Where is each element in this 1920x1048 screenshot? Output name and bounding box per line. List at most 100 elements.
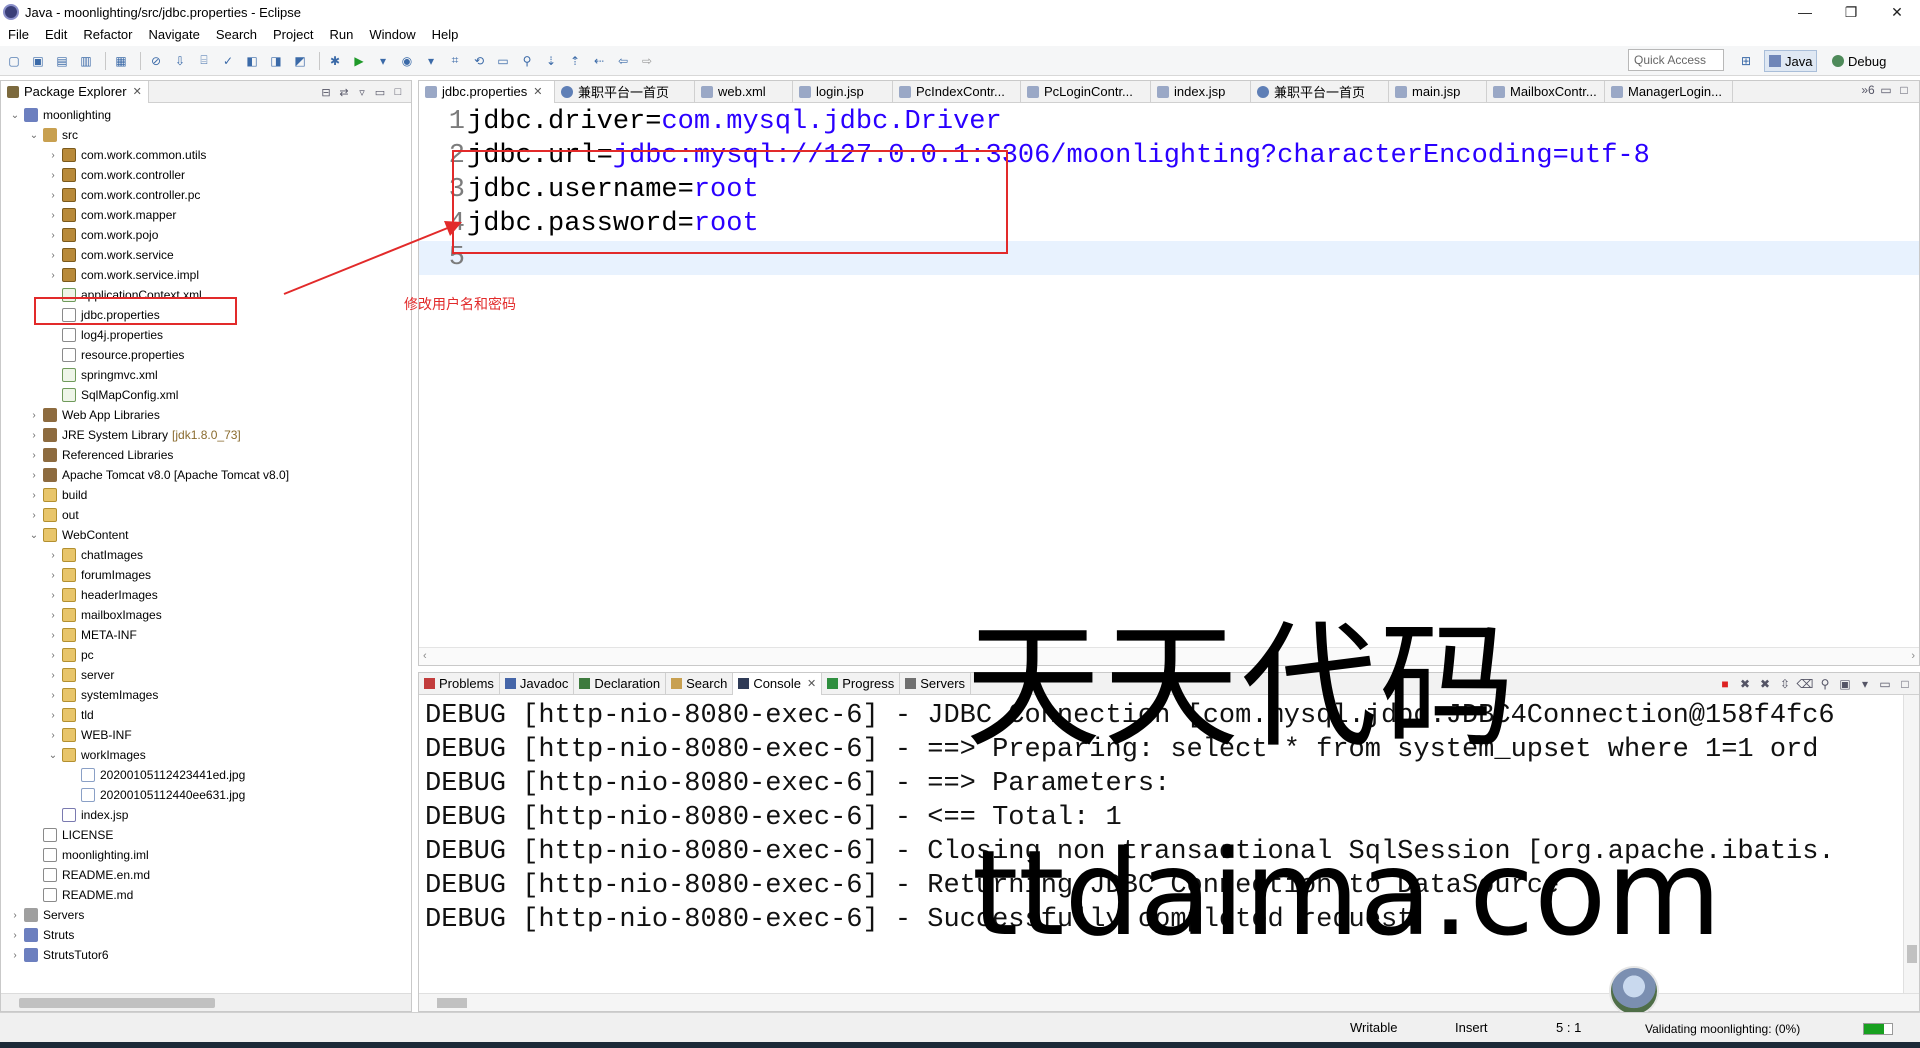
collapsed-chevron-icon[interactable]: › bbox=[47, 550, 59, 561]
terminal-icon[interactable]: ▦ bbox=[111, 51, 131, 71]
tree-item[interactable]: › META-INF bbox=[1, 625, 137, 645]
pin-console-icon[interactable]: ⚲ bbox=[1815, 675, 1835, 693]
previous-annotation-icon[interactable]: ⇡ bbox=[565, 51, 585, 71]
open-perspective-icon[interactable]: ⊞ bbox=[1736, 51, 1756, 71]
editor-tab[interactable]: 兼职平台一首页 bbox=[555, 80, 695, 103]
console-vertical-scrollbar[interactable] bbox=[1903, 695, 1919, 993]
check-icon[interactable]: ✓ bbox=[218, 51, 238, 71]
next-annotation-icon[interactable]: ⇣ bbox=[541, 51, 561, 71]
editor-tab[interactable]: PcIndexContr... bbox=[893, 80, 1021, 103]
close-window-button[interactable]: ✕ bbox=[1874, 0, 1920, 24]
tree-item[interactable]: › com.work.pojo bbox=[1, 225, 158, 245]
collapsed-chevron-icon[interactable]: › bbox=[9, 930, 21, 941]
tree-item[interactable]: ⌄ src bbox=[1, 125, 78, 145]
close-icon[interactable]: ✕ bbox=[807, 677, 816, 690]
tree-item[interactable]: › tld bbox=[1, 705, 94, 725]
editor-tab[interactable]: MailboxContr... bbox=[1487, 80, 1605, 103]
new-icon[interactable]: ▢ bbox=[4, 51, 24, 71]
terminate-icon[interactable]: ■ bbox=[1715, 675, 1735, 693]
close-icon[interactable]: ✕ bbox=[533, 85, 542, 98]
quick-access-input[interactable]: Quick Access bbox=[1628, 49, 1724, 71]
remove-all-icon[interactable]: ✖ bbox=[1755, 675, 1775, 693]
tree-item[interactable]: 20200105112423441ed.jpg bbox=[1, 765, 245, 785]
tree-item[interactable]: › pc bbox=[1, 645, 94, 665]
scrollbar-thumb[interactable] bbox=[19, 998, 215, 1008]
collapsed-chevron-icon[interactable]: › bbox=[28, 470, 40, 481]
horizontal-scrollbar[interactable] bbox=[1, 993, 411, 1011]
tree-item[interactable]: ⌄ WebContent bbox=[1, 525, 129, 545]
console-view-tab[interactable]: Javadoc bbox=[500, 672, 575, 695]
tree-item[interactable]: › com.work.service.impl bbox=[1, 265, 199, 285]
tree-item[interactable]: › Referenced Libraries bbox=[1, 445, 173, 465]
editor-tab[interactable]: jdbc.properties ✕ bbox=[419, 80, 555, 103]
collapsed-chevron-icon[interactable]: › bbox=[47, 210, 59, 221]
tree-item[interactable]: › Apache Tomcat v8.0 [Apache Tomcat v8.0] bbox=[1, 465, 289, 485]
open-task-icon[interactable]: ⟲ bbox=[469, 51, 489, 71]
editor-tab[interactable]: web.xml bbox=[695, 80, 793, 103]
editor-tab[interactable]: index.jsp bbox=[1151, 80, 1251, 103]
open-folder-icon[interactable]: ▭ bbox=[493, 51, 513, 71]
save-icon[interactable]: ▣ bbox=[28, 51, 48, 71]
maximize-editor-icon[interactable]: □ bbox=[1895, 83, 1913, 97]
tree-item[interactable]: › JRE System Library [jdk1.8.0_73] bbox=[1, 425, 241, 445]
print-icon[interactable]: ▥ bbox=[76, 51, 96, 71]
menu-window[interactable]: Window bbox=[361, 27, 423, 42]
collapsed-chevron-icon[interactable]: › bbox=[47, 190, 59, 201]
collapsed-chevron-icon[interactable]: › bbox=[47, 590, 59, 601]
display-console-icon[interactable]: ▣ bbox=[1835, 675, 1855, 693]
tree-item[interactable]: index.jsp bbox=[1, 805, 128, 825]
view-menu-icon[interactable]: ▿ bbox=[353, 83, 371, 101]
console-view-tab[interactable]: Servers bbox=[900, 672, 972, 695]
maximize-button[interactable]: ❐ bbox=[1828, 0, 1874, 24]
console-view-tab[interactable]: Progress bbox=[822, 672, 901, 695]
tree-item[interactable]: LICENSE bbox=[1, 825, 113, 845]
tree-item[interactable]: 20200105112440ee631.jpg bbox=[1, 785, 245, 805]
collapse-all-icon[interactable]: ⊟ bbox=[317, 83, 335, 101]
collapsed-chevron-icon[interactable]: › bbox=[28, 510, 40, 521]
debug-icon[interactable]: ✱ bbox=[325, 51, 345, 71]
collapsed-chevron-icon[interactable]: › bbox=[47, 250, 59, 261]
tree-item[interactable]: › mailboxImages bbox=[1, 605, 162, 625]
open-console-icon[interactable]: ▾ bbox=[1855, 675, 1875, 693]
java-perspective-button[interactable]: Java bbox=[1764, 50, 1818, 72]
tree-item[interactable]: README.en.md bbox=[1, 865, 150, 885]
menu-edit[interactable]: Edit bbox=[37, 27, 75, 42]
last-edit-icon[interactable]: ⇠ bbox=[589, 51, 609, 71]
tree-item[interactable]: moonlighting.iml bbox=[1, 845, 149, 865]
tree-item[interactable]: › Servers bbox=[1, 905, 84, 925]
scroll-right-icon[interactable]: › bbox=[1911, 650, 1915, 662]
console-view-tab[interactable]: Problems bbox=[419, 672, 500, 695]
expanded-chevron-icon[interactable]: ⌄ bbox=[28, 130, 40, 141]
package-explorer-tab[interactable]: Package Explorer ✕ bbox=[1, 80, 149, 103]
database-icon[interactable]: ⌸ bbox=[194, 51, 214, 71]
minimize-editor-icon[interactable]: ▭ bbox=[1877, 83, 1895, 97]
tree-item[interactable]: SqlMapConfig.xml bbox=[1, 385, 178, 405]
background-task-status[interactable]: Validating moonlighting: (0%) bbox=[1645, 1022, 1800, 1036]
editor-tab[interactable]: main.jsp bbox=[1389, 80, 1487, 103]
collapsed-chevron-icon[interactable]: › bbox=[9, 950, 21, 961]
tree-item[interactable]: ⌄ workImages bbox=[1, 745, 146, 765]
editor-tab[interactable]: PcLoginContr... bbox=[1021, 80, 1151, 103]
tree-item[interactable]: › Struts bbox=[1, 925, 74, 945]
clear-console-icon[interactable]: ⌫ bbox=[1795, 675, 1815, 693]
menu-help[interactable]: Help bbox=[424, 27, 467, 42]
task-progress-bar[interactable] bbox=[1863, 1023, 1893, 1035]
menu-file[interactable]: File bbox=[0, 27, 37, 42]
tree-item[interactable]: › headerImages bbox=[1, 585, 158, 605]
menu-project[interactable]: Project bbox=[265, 27, 321, 42]
collapsed-chevron-icon[interactable]: › bbox=[9, 910, 21, 921]
menu-run[interactable]: Run bbox=[321, 27, 361, 42]
collapsed-chevron-icon[interactable]: › bbox=[47, 150, 59, 161]
tree-item[interactable]: › Web App Libraries bbox=[1, 405, 160, 425]
coverage-icon[interactable]: ◉ bbox=[397, 51, 417, 71]
collapsed-chevron-icon[interactable]: › bbox=[47, 170, 59, 181]
scrollbar-thumb[interactable] bbox=[437, 998, 467, 1008]
console-view-tab[interactable]: Declaration bbox=[574, 672, 667, 695]
collapsed-chevron-icon[interactable]: › bbox=[28, 430, 40, 441]
code-line[interactable]: 1 jdbc.driver= com.mysql.jdbc.Driver bbox=[419, 105, 1919, 139]
collapsed-chevron-icon[interactable]: › bbox=[28, 450, 40, 461]
run-dropdown-icon[interactable]: ▾ bbox=[373, 51, 393, 71]
save-all-icon[interactable]: ▤ bbox=[52, 51, 72, 71]
console-horizontal-scrollbar[interactable] bbox=[419, 993, 1919, 1011]
console-view-tab[interactable]: Search bbox=[666, 672, 734, 695]
